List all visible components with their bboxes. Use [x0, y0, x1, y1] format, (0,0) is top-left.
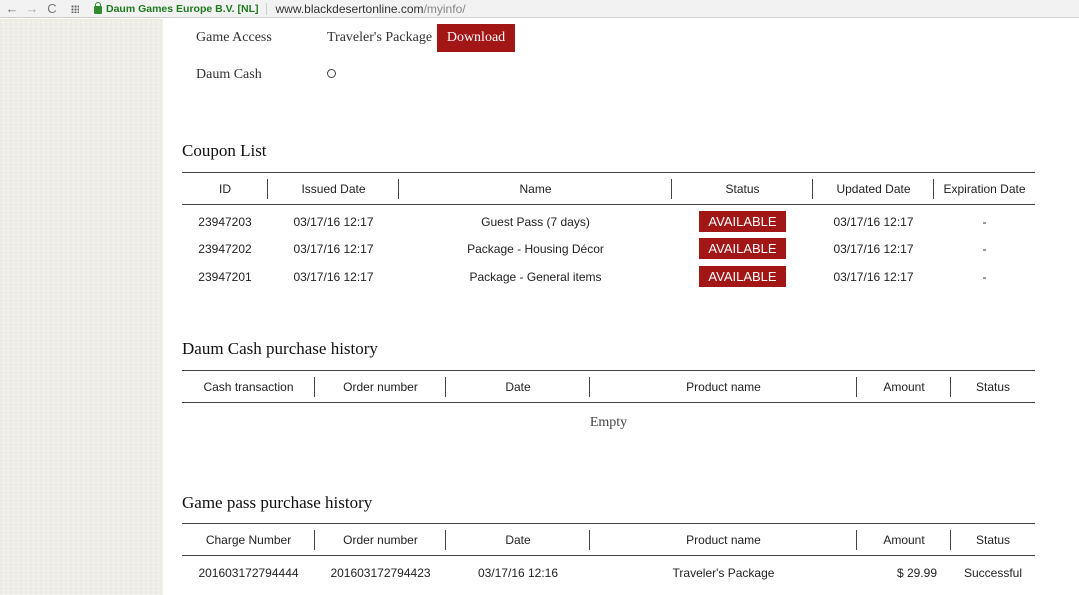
- address-bar[interactable]: Daum Games Europe B.V. [NL] www.blackdes…: [94, 0, 466, 18]
- product-name: Traveler's Package: [672, 565, 775, 580]
- coupon-issued-date: 03/17/16 12:17: [293, 214, 374, 229]
- coupon-status: AVAILABLE: [672, 205, 813, 235]
- download-button[interactable]: Download: [437, 24, 515, 52]
- col-header-issued-date: Issued Date: [268, 172, 399, 205]
- col-header-cash-transaction: Cash transaction: [182, 370, 315, 403]
- coupon-updated-date: 03/17/16 12:17: [833, 269, 914, 284]
- col-header-status: Status: [672, 172, 813, 205]
- url-path: /myinfo/: [423, 1, 466, 16]
- coupon-updated-date: 03/17/16 12:17: [833, 241, 914, 256]
- col-header-id: ID: [182, 172, 268, 205]
- col-header-updated-date: Updated Date: [813, 172, 934, 205]
- col-header-order-number: Order number: [315, 523, 446, 556]
- certificate-name: Daum Games Europe B.V. [NL]: [106, 2, 259, 15]
- col-header-charge-number: Charge Number: [182, 523, 315, 556]
- reload-icon[interactable]: C: [42, 0, 62, 18]
- lock-icon: [94, 1, 102, 14]
- coupon-name: Guest Pass (7 days): [481, 214, 590, 229]
- col-header-date: Date: [446, 523, 590, 556]
- coupon-expiration-date: -: [982, 214, 987, 229]
- gamepass-history-header: Charge Number Order number Date Product …: [182, 523, 1035, 556]
- coupon-id: 23947201: [198, 269, 252, 284]
- back-arrow-icon[interactable]: ←: [2, 0, 22, 18]
- col-header-date: Date: [446, 370, 590, 403]
- coupon-expiration-date: -: [982, 241, 987, 256]
- col-header-product-name: Product name: [590, 523, 857, 556]
- col-header-status: Status: [951, 370, 1035, 403]
- url-divider: [266, 2, 268, 15]
- coupon-expiration-date: -: [982, 269, 987, 284]
- purchase-date: 03/17/16 12:16: [477, 565, 559, 580]
- empty-row: Empty: [182, 403, 1035, 443]
- col-header-name: Name: [399, 172, 672, 205]
- coupon-updated-date: 03/17/16 12:17: [833, 214, 914, 229]
- coupon-list-title: Coupon List: [182, 141, 267, 160]
- status-badge: AVAILABLE: [699, 238, 786, 259]
- status-badge: AVAILABLE: [699, 211, 786, 233]
- coupon-issued-date: 03/17/16 12:17: [293, 269, 374, 284]
- game-access-value: Traveler's Package: [327, 30, 433, 45]
- gamepass-history-title: Game pass purchase history: [182, 493, 373, 512]
- charge-number: 201603172794444: [198, 565, 299, 580]
- order-number: 201603172794423: [330, 565, 431, 580]
- col-header-status: Status: [951, 523, 1035, 556]
- purchase-status: Successful: [963, 565, 1023, 580]
- apps-grid-icon[interactable]: [66, 0, 84, 18]
- game-access-label: Game Access: [196, 30, 272, 45]
- coupon-issued-date: 03/17/16 12:17: [293, 241, 374, 256]
- url-host: www.blackdesertonline.com: [275, 1, 424, 16]
- col-header-amount: Amount: [857, 370, 951, 403]
- table-row: 201603172794444 201603172794423 03/17/16…: [182, 556, 1035, 590]
- textured-side-panel: [0, 19, 163, 595]
- cash-history-table: Cash transaction Order number Date Produ…: [182, 370, 1035, 443]
- coupon-table: ID Issued Date Name Status Updated Date …: [182, 172, 1035, 291]
- myinfo-content: Game Access Traveler's Package Download …: [163, 19, 1079, 595]
- coupon-id: 23947202: [198, 241, 252, 256]
- status-badge: AVAILABLE: [699, 266, 786, 287]
- col-header-order-number: Order number: [315, 370, 446, 403]
- forward-arrow-icon[interactable]: →: [22, 0, 42, 18]
- table-row: 23947203 03/17/16 12:17 Guest Pass (7 da…: [182, 205, 1035, 235]
- table-row: 23947202 03/17/16 12:17 Package - Housin…: [182, 235, 1035, 263]
- col-header-amount: Amount: [857, 523, 951, 556]
- col-header-expiration-date: Expiration Date: [934, 172, 1035, 205]
- coupon-status: AVAILABLE: [672, 235, 813, 263]
- coupon-name: Package - General items: [469, 269, 602, 284]
- col-header-product-name: Product name: [590, 370, 857, 403]
- purchase-amount: $ 29.99: [896, 565, 937, 580]
- daum-cash-label: Daum Cash: [196, 67, 262, 82]
- coupon-id: 23947203: [198, 214, 252, 229]
- cash-history-title: Daum Cash purchase history: [182, 339, 378, 358]
- empty-message: Empty: [589, 414, 628, 430]
- coupon-table-header: ID Issued Date Name Status Updated Date …: [182, 172, 1035, 205]
- table-row: 23947201 03/17/16 12:17 Package - Genera…: [182, 263, 1035, 291]
- daum-cash-balance-indicator: [327, 69, 336, 78]
- coupon-status: AVAILABLE: [672, 263, 813, 291]
- cash-history-header: Cash transaction Order number Date Produ…: [182, 370, 1035, 403]
- coupon-name: Package - Housing Décor: [467, 241, 604, 256]
- gamepass-history-table: Charge Number Order number Date Product …: [182, 523, 1035, 590]
- browser-toolbar: ← → C Daum Games Europe B.V. [NL] www.bl…: [0, 0, 1079, 18]
